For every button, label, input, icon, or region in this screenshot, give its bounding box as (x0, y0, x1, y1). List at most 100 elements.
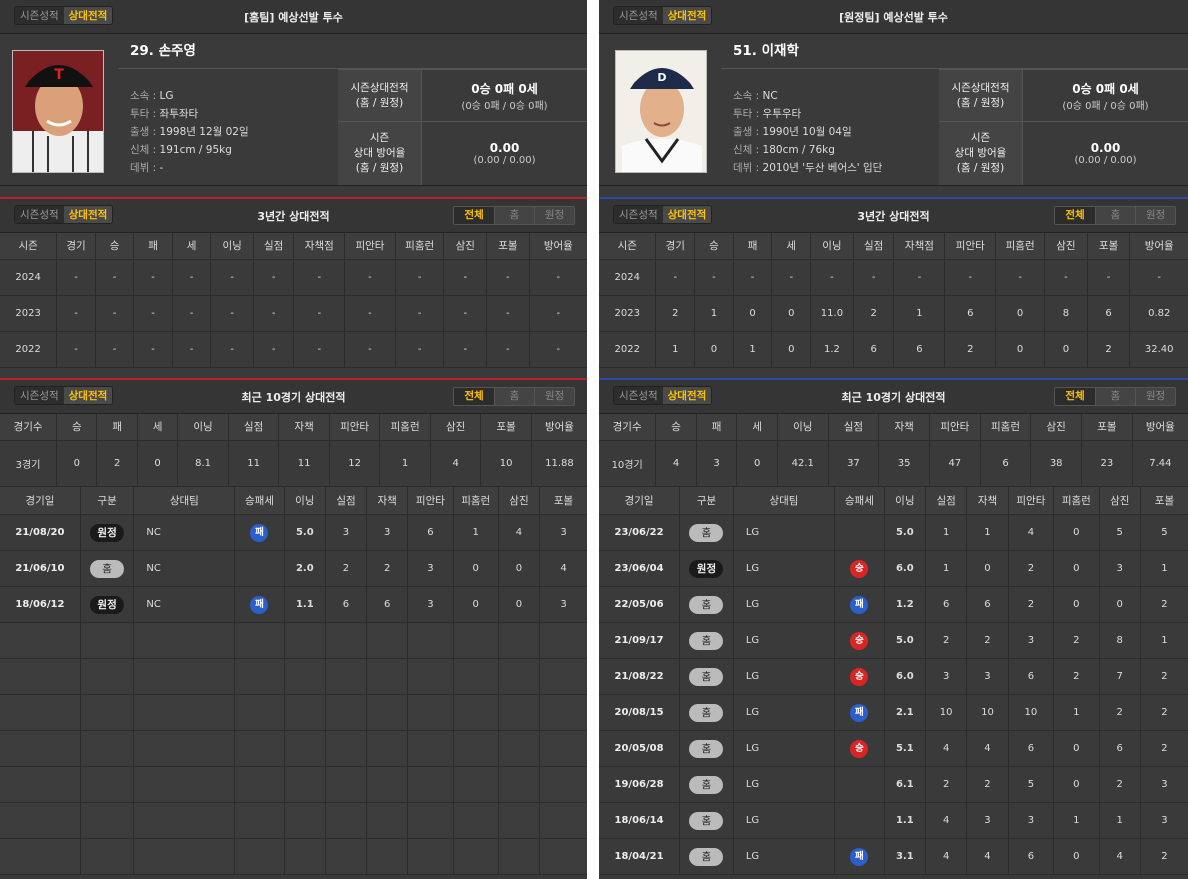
season-stats-tab[interactable]: 시즌성적 (15, 387, 64, 404)
table-cell: 6 (1099, 730, 1141, 767)
table-cell: 2 (655, 295, 696, 332)
table-cell: - (210, 331, 254, 368)
table-cell (834, 766, 885, 803)
table-cell: 0.82 (1129, 295, 1188, 332)
column-header: 포볼 (480, 414, 532, 441)
game-log-table: 경기일 구분 상대팀 승패세 이닝 실점 자책 피안타 피홈런 삼진 포볼 21/08/20 원정 NC 패… (0, 486, 587, 875)
header-title: [원정팀] 예상선발 투수 (839, 10, 948, 24)
filter-all[interactable]: 전체 (454, 388, 494, 405)
column-header: 이닝 (284, 486, 326, 515)
summary-row: 3경기 0 2 0 8.1 11 11 12 1 4 10 11.88 (0, 440, 587, 487)
table-cell: 0 (1053, 766, 1100, 803)
table-cell: - (95, 331, 135, 368)
vs-record-tab[interactable]: 상대전적 (63, 387, 113, 404)
table-cell: 5 (1008, 766, 1055, 803)
table-cell: 3 (1008, 802, 1055, 839)
filter-all[interactable]: 전체 (1055, 388, 1095, 405)
filter-home[interactable]: 홈 (494, 207, 534, 224)
season-record-label: 시즌상대전적 (홈 / 원정) (939, 70, 1023, 121)
column-header: 승 (655, 414, 697, 441)
info-debut: 데뷔 : - (130, 162, 164, 174)
filter-away[interactable]: 원정 (1135, 388, 1175, 405)
table-cell: 23/06/04 (599, 550, 681, 587)
table-cell: 6 (853, 331, 895, 368)
table-cell: 승 (834, 550, 885, 587)
column-header: 세 (137, 414, 179, 441)
column-header: 피안타 (407, 486, 454, 515)
vs-record-tab[interactable]: 상대전적 (662, 206, 712, 223)
column-header: 패 (133, 233, 173, 260)
table-cell: 3 (366, 514, 409, 551)
table-cell: 6 (944, 295, 997, 332)
location-filter: 전체 홈 원정 (453, 387, 575, 406)
view-toggle: 시즌성적 상대전적 (613, 6, 713, 25)
table-cell: - (172, 331, 212, 368)
venue-badge: 홈 (689, 739, 724, 758)
summary-row: 10경기 4 3 0 42.1 37 35 47 6 38 23 7.44 (599, 440, 1188, 487)
summary-cell: 12 (329, 440, 381, 487)
filter-away[interactable]: 원정 (534, 388, 574, 405)
player-info: 소속 : NC 투타 : 우투우타 출생 : 1990년 10월 04일 신체 … (733, 87, 882, 177)
empty-cell (284, 838, 326, 875)
table-cell: - (486, 259, 530, 296)
filter-away[interactable]: 원정 (1135, 207, 1175, 224)
venue-badge: 원정 (90, 595, 125, 614)
vs-record-tab[interactable]: 상대전적 (63, 7, 113, 24)
empty-cell (453, 730, 499, 767)
info-birth: 출생 : 1990년 10월 04일 (733, 126, 852, 138)
table-cell: 5.0 (284, 514, 326, 551)
empty-cell (133, 802, 236, 839)
vs-record-tab[interactable]: 상대전적 (662, 7, 712, 24)
table-cell: 1.1 (284, 586, 326, 623)
table-cell: - (133, 259, 173, 296)
table-cell: 3 (966, 658, 1009, 695)
filter-all[interactable]: 전체 (1055, 207, 1095, 224)
column-header: 피홈런 (395, 233, 445, 260)
table-cell: LG (733, 514, 836, 551)
empty-cell (539, 766, 587, 803)
season-stats-tab[interactable]: 시즌성적 (614, 387, 663, 404)
table-cell: 5.0 (884, 514, 927, 551)
empty-cell (366, 838, 409, 875)
season-stats-tab[interactable]: 시즌성적 (15, 206, 64, 223)
recent-header: 시즌성적 상대전적 최근 10경기 상대전적 전체 홈 원정 (0, 380, 587, 414)
table-cell (234, 550, 285, 587)
empty-cell (539, 838, 587, 875)
table-cell: 2 (1099, 694, 1141, 731)
summary-cell: 8.1 (177, 440, 229, 487)
table-cell: 3 (1008, 622, 1055, 659)
table-cell: 32.40 (1129, 331, 1188, 368)
empty-cell (498, 838, 541, 875)
summary-cell: 4 (655, 440, 697, 487)
table-cell: 1 (925, 514, 968, 551)
filter-home[interactable]: 홈 (1095, 207, 1135, 224)
table-cell: - (486, 295, 530, 332)
recent-section: 시즌성적 상대전적 최근 10경기 상대전적 전체 홈 원정 경기수 승 패 세 이닝 실… (599, 378, 1188, 875)
table-cell: 5 (1140, 514, 1188, 551)
column-header: 승 (95, 233, 135, 260)
vs-record-tab[interactable]: 상대전적 (662, 387, 712, 404)
filter-all[interactable]: 전체 (454, 207, 494, 224)
season-stats-tab[interactable]: 시즌성적 (614, 206, 663, 223)
result-badge: 패 (850, 595, 869, 614)
view-toggle: 시즌성적 상대전적 (14, 386, 114, 405)
empty-cell (133, 622, 236, 659)
table-cell: 2 (925, 766, 968, 803)
table-cell: - (443, 331, 488, 368)
empty-cell (366, 802, 409, 839)
filter-home[interactable]: 홈 (494, 388, 534, 405)
table-cell: - (133, 331, 173, 368)
filter-away[interactable]: 원정 (534, 207, 574, 224)
table-row: 21/08/20 원정 NC 패 5.0 3 3 6 1 4 3 (0, 514, 587, 551)
table-cell: 18/06/14 (599, 802, 681, 839)
season-era-value: 0.00 (0.00 / 0.00) (422, 122, 587, 185)
table-cell: 2 (853, 295, 895, 332)
season-stats-tab[interactable]: 시즌성적 (15, 7, 64, 24)
table-cell: LG (733, 586, 836, 623)
table-cell: - (133, 295, 173, 332)
empty-cell (453, 658, 499, 695)
filter-home[interactable]: 홈 (1095, 388, 1135, 405)
season-stats-tab[interactable]: 시즌성적 (614, 7, 663, 24)
vs-record-tab[interactable]: 상대전적 (63, 206, 113, 223)
table-cell: 2024 (0, 259, 58, 296)
